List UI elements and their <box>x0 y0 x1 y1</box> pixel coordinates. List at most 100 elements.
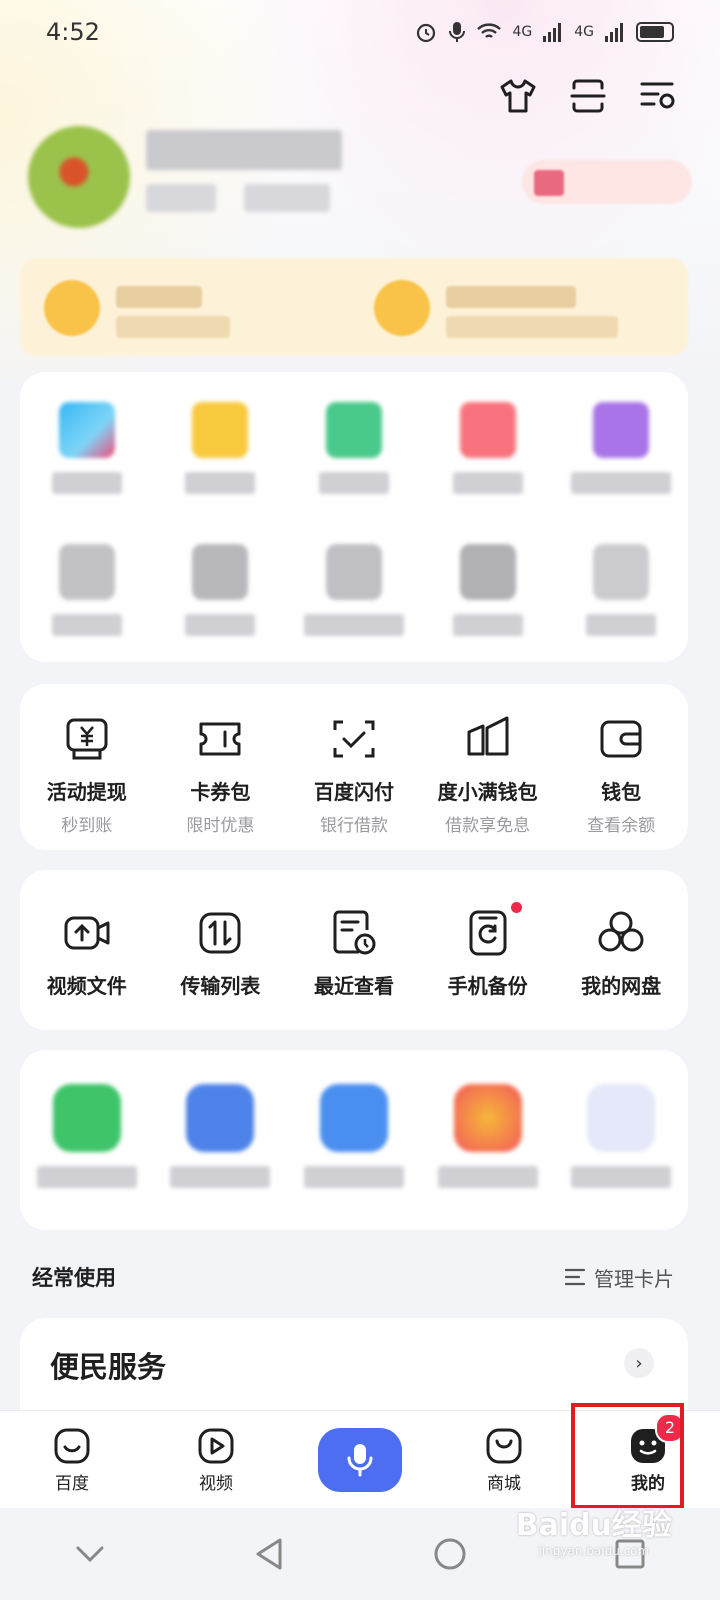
coin-icon-2 <box>374 280 430 336</box>
tool-sublabel: 秒到账 <box>61 816 113 836</box>
phone-backup-icon <box>469 910 507 956</box>
profile-header[interactable] <box>28 120 692 230</box>
tool-sublabel: 查看余额 <box>587 816 656 836</box>
tool-wallet[interactable]: 钱包 查看余额 <box>556 714 686 836</box>
tool-duxiaoman-wallet[interactable]: 度小满钱包 借款享免息 <box>423 714 553 836</box>
tool-transfer-list[interactable]: 传输列表 <box>155 908 285 999</box>
tool-video-files[interactable]: 视频文件 <box>22 908 152 999</box>
tool-label: 卡券包 <box>190 780 251 804</box>
signal-icon <box>543 23 562 42</box>
home-icon[interactable] <box>432 1536 468 1572</box>
scan-icon[interactable] <box>568 76 608 116</box>
tab-mall[interactable]: 商城 <box>449 1427 559 1494</box>
mini-app-tile[interactable] <box>22 1084 152 1188</box>
status-icons: 4G 4G <box>414 20 674 44</box>
duxiaoman-icon <box>467 716 509 756</box>
app-tile[interactable] <box>556 544 686 636</box>
app-tile[interactable] <box>289 544 419 636</box>
mini-app-tile[interactable] <box>155 1084 285 1188</box>
battery-icon <box>636 22 674 42</box>
vip-chip-blurred[interactable] <box>522 160 692 204</box>
tool-my-netdisk[interactable]: 我的网盘 <box>556 908 686 999</box>
voice-search-button[interactable] <box>318 1428 402 1492</box>
tool-label: 最近查看 <box>313 974 394 998</box>
netdisk-cloud-icon <box>598 911 644 952</box>
promo-subtext-blurred-2 <box>446 316 618 338</box>
user-info-blurred-2 <box>244 184 330 212</box>
transfer-icon <box>199 912 241 954</box>
frequent-title: 经常使用 <box>32 1266 116 1290</box>
app-tile[interactable] <box>22 544 152 636</box>
tab-label: 百度 <box>55 1473 89 1494</box>
tool-sublabel: 限时优惠 <box>186 816 255 836</box>
tool-label: 视频文件 <box>46 974 127 998</box>
network-type-2: 4G <box>574 24 594 40</box>
watermark-text: Baidu经验 <box>515 1508 672 1543</box>
chevron-down-icon[interactable] <box>72 1536 108 1572</box>
network-type-1: 4G <box>512 24 533 40</box>
tool-phone-backup[interactable]: 手机备份 <box>423 902 553 999</box>
highlight-box <box>571 1403 684 1509</box>
tool-sublabel: 银行借款 <box>319 816 388 836</box>
service-title: 便民服务 <box>50 1350 167 1384</box>
watermark-logo: Baidu经验 jingyan.baidu.com <box>516 1500 672 1558</box>
app-tile[interactable] <box>556 402 686 494</box>
mini-app-tile[interactable] <box>423 1084 553 1188</box>
signal-icon-2 <box>605 23 623 42</box>
tool-label: 手机备份 <box>447 974 528 998</box>
wifi-icon <box>477 23 502 38</box>
app-tile[interactable] <box>155 544 285 636</box>
tool-label: 百度闪付 <box>313 780 394 804</box>
promo-banner[interactable] <box>20 258 688 356</box>
user-info-blurred <box>146 184 216 212</box>
app-tile[interactable] <box>155 402 285 494</box>
chevron-right-icon[interactable]: › <box>624 1348 654 1378</box>
netdisk-tools-card: 视频文件 传输列表 最近查看 手机备份 我的网盘 <box>20 870 688 1030</box>
promo-text-blurred-2 <box>446 286 576 308</box>
manage-cards-button[interactable]: 管理卡片 <box>564 1263 674 1292</box>
tool-label: 度小满钱包 <box>437 780 538 804</box>
list-icon <box>564 1268 586 1286</box>
app-tile[interactable] <box>423 544 553 636</box>
tool-baidu-flash-pay[interactable]: 百度闪付 银行借款 <box>289 714 419 836</box>
tool-label: 我的网盘 <box>581 974 662 998</box>
tool-coupon-pack[interactable]: 卡券包 限时优惠 <box>155 714 285 836</box>
app-tile[interactable] <box>423 402 553 494</box>
status-bar: 4:52 4G 4G <box>0 0 720 64</box>
wallet-icon <box>600 720 642 758</box>
back-icon[interactable] <box>252 1536 288 1572</box>
tab-home[interactable]: 百度 <box>17 1427 127 1494</box>
avatar[interactable] <box>28 126 130 228</box>
microphone-status-icon <box>449 22 466 42</box>
app-tile[interactable] <box>22 402 152 494</box>
app-tile[interactable] <box>289 402 419 494</box>
apps-grid-card <box>20 372 688 662</box>
alarm-icon <box>417 23 436 43</box>
settings-list-icon[interactable] <box>638 76 678 116</box>
shopping-bag-icon <box>486 1428 522 1463</box>
yuan-ticket-icon <box>66 718 108 760</box>
tab-label: 视频 <box>199 1473 233 1494</box>
tab-label: 商城 <box>487 1473 521 1494</box>
finance-tools-card: 活动提现 秒到账 卡券包 限时优惠 百度闪付 银行借款 度小满钱包 借款享免息 … <box>20 684 688 850</box>
frequent-section-header: 经常使用 管理卡片 <box>32 1262 674 1292</box>
coin-icon <box>44 280 100 336</box>
tool-label: 活动提现 <box>46 780 127 804</box>
promo-subtext-blurred <box>116 316 230 338</box>
tab-voice[interactable] <box>305 1428 415 1492</box>
watermark-url: jingyan.baidu.com <box>538 1544 650 1558</box>
microphone-icon <box>347 1444 373 1477</box>
username-blurred <box>146 130 342 170</box>
manage-cards-label: 管理卡片 <box>594 1266 674 1291</box>
top-actions <box>498 76 678 116</box>
mini-app-tile[interactable] <box>289 1084 419 1188</box>
tool-recent-viewed[interactable]: 最近查看 <box>289 908 419 999</box>
tab-video[interactable]: 视频 <box>161 1427 271 1494</box>
recent-file-icon <box>333 910 376 955</box>
tool-sublabel: 借款享免息 <box>445 816 531 836</box>
tool-label: 钱包 <box>601 780 642 804</box>
tool-activity-withdraw[interactable]: 活动提现 秒到账 <box>22 714 152 836</box>
skin-shirt-icon[interactable] <box>498 76 538 116</box>
tool-label: 传输列表 <box>180 974 261 998</box>
mini-app-tile[interactable] <box>556 1084 686 1188</box>
